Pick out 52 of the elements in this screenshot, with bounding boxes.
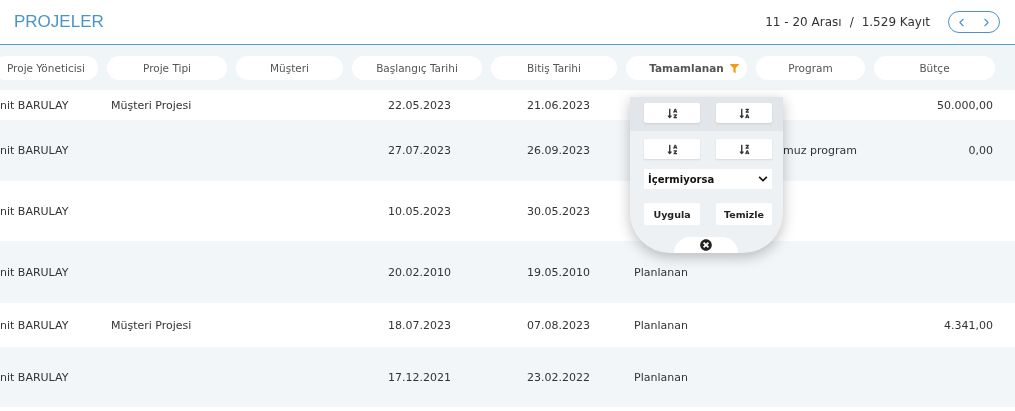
table-cell: 23.02.2022 [527,370,590,384]
table-cell: Müşteri Projesi [111,318,192,332]
sort-button[interactable] [644,139,700,159]
column-header[interactable]: Bütçe [874,55,995,80]
table-cell: 4.341,00 [944,318,993,332]
column-header[interactable]: Başlangıç Tarihi [352,55,482,80]
table-cell: Planlanan [634,318,688,332]
table-cell: 50.000,00 [937,98,993,112]
table-cell: nit BARULAY [0,98,69,112]
table-cell: nit BARULAY [0,204,69,218]
record-range: 11 - 20 Arası [765,15,842,29]
sort-ascending-icon [666,107,678,119]
column-header[interactable]: Müşteri [236,55,343,80]
table-cell: 0,00 [968,144,993,157]
sort-button[interactable] [716,139,772,159]
table-cell: Müşteri Projesi [111,98,192,112]
sort-ascending-icon [666,143,678,155]
record-count: 1.529 Kayıt [861,15,930,29]
table-cell: 20.02.2010 [388,265,451,279]
chevron-down-icon [758,174,768,184]
separator-text: / [849,15,854,29]
column-header[interactable]: Proje Tipi [107,55,227,80]
sort-descending-icon [738,107,750,119]
column-header[interactable]: Bitiş Tarihi [491,55,617,80]
sort-button[interactable] [644,103,700,123]
table-cell: 07.08.2023 [527,318,590,332]
table-cell: 22.05.2023 [388,98,451,112]
table-cell: muz program [783,144,857,157]
table-cell: 19.05.2010 [527,265,590,279]
column-header[interactable]: Proje Yöneticisi [0,55,98,80]
column-header[interactable]: Tamamlanan [626,55,747,80]
table-cell: 26.09.2023 [527,144,590,157]
page-title: PROJELER [14,12,104,32]
table-cell: nit BARULAY [0,144,69,157]
condition-select[interactable]: İçermiyorsa [644,169,772,189]
table-cell: 18.07.2023 [388,318,451,332]
table-cell: nit BARULAY [0,265,69,279]
table-cell: Planlanan [634,265,688,279]
table-cell: Planlanan [634,370,688,384]
table-cell: 10.05.2023 [388,204,451,218]
sort-descending-icon [738,143,750,155]
table-cell: 27.07.2023 [388,144,451,157]
sort-button[interactable] [716,103,772,123]
action-button[interactable]: Uygula [644,203,700,225]
action-button[interactable]: Temizle [716,203,772,225]
table-cell: nit BARULAY [0,370,69,384]
column-header[interactable]: Program [756,55,865,80]
close-icon[interactable] [700,239,712,251]
table-cell: 21.06.2023 [527,98,590,112]
table-cell: nit BARULAY [0,318,69,332]
table-cell: 30.05.2023 [527,204,590,218]
table-cell: 17.12.2021 [388,370,451,384]
